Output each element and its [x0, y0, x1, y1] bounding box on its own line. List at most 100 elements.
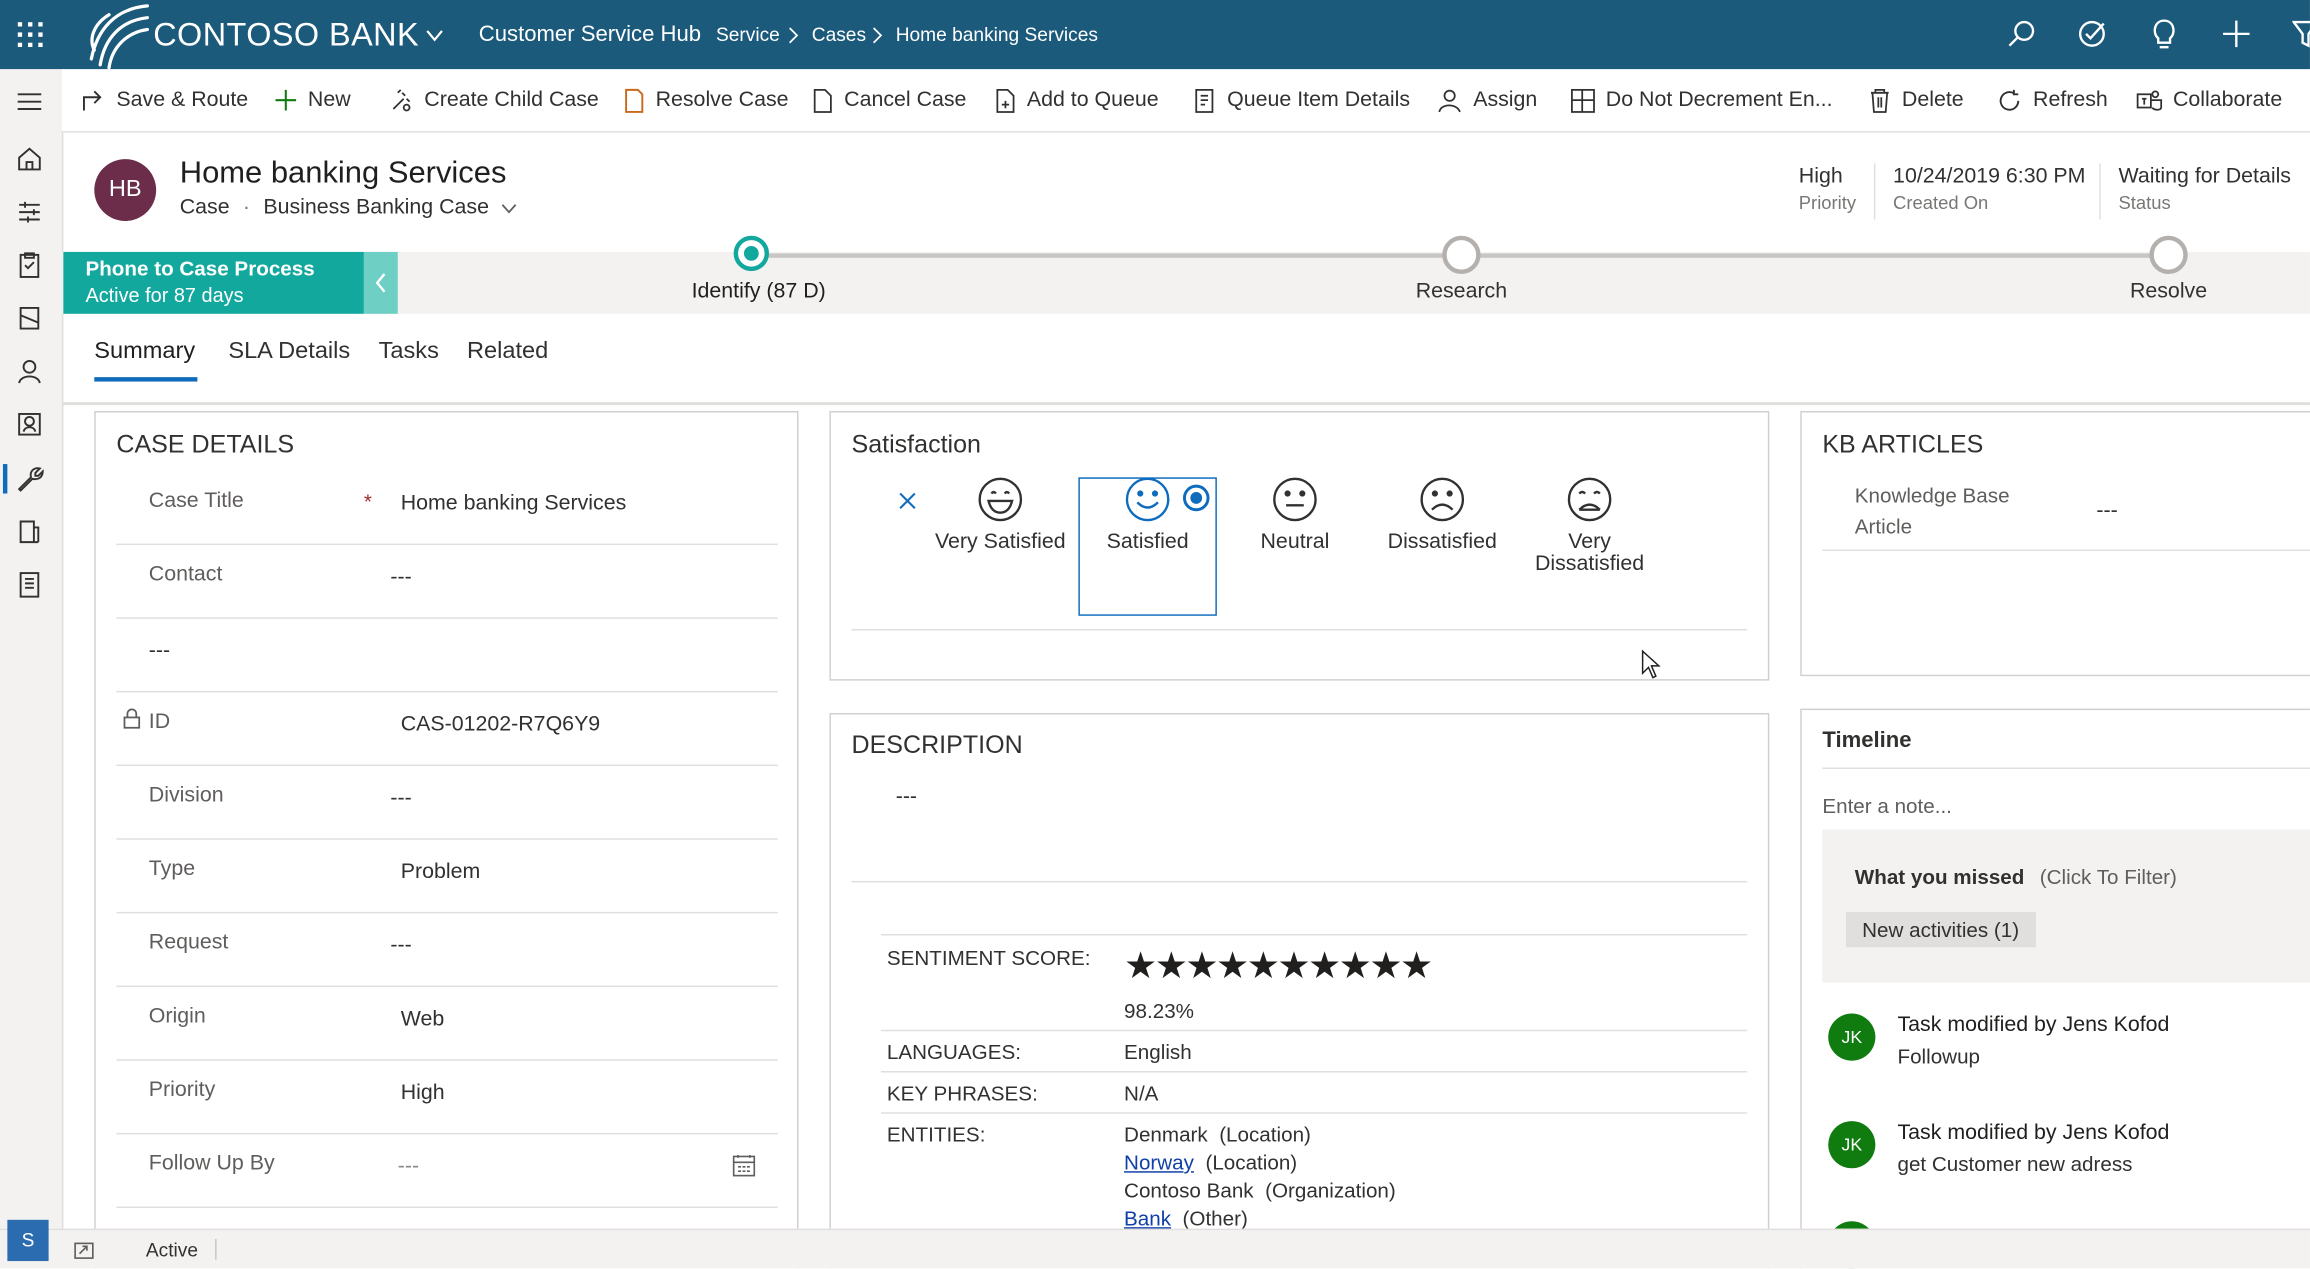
entity-link-bank[interactable]: Bank [1124, 1207, 1171, 1231]
new-plus-icon[interactable] [2222, 19, 2251, 48]
id-value: CAS-01202-R7Q6Y9 [400, 713, 601, 737]
activities-icon[interactable] [15, 250, 44, 279]
tab-tasks[interactable]: Tasks [379, 339, 439, 366]
accounts-icon[interactable] [15, 303, 44, 332]
new-button[interactable]: New [274, 69, 351, 131]
tab-sla-details[interactable]: SLA Details [228, 339, 350, 366]
save-and-route-button[interactable]: Save & Route [80, 69, 248, 131]
user-badge[interactable]: S [7, 1219, 49, 1262]
created-on-value: 10/24/2019 6:30 PM [1893, 164, 2086, 189]
field-unlabeled[interactable]: --- [116, 619, 778, 693]
dashboards-icon[interactable] [15, 197, 44, 226]
neutral-face-icon [1273, 477, 1317, 522]
status-value: Waiting for Details [2118, 164, 2292, 189]
contacts-icon[interactable] [15, 357, 44, 386]
create-child-case-button[interactable]: Create Child Case [389, 69, 599, 131]
entity-name: Denmark [1124, 1122, 1208, 1147]
search-icon[interactable] [2006, 19, 2035, 48]
kb-field[interactable]: Knowledge Base Article --- [1822, 471, 2310, 551]
entity-item: Norway (Location) [1124, 1151, 1297, 1175]
new-activities-chip[interactable]: New activities (1) [1845, 911, 2036, 948]
filter-icon[interactable] [2292, 19, 2310, 48]
stage-resolve[interactable]: Resolve [2080, 234, 2257, 314]
delete-button[interactable]: Delete [1868, 69, 1964, 131]
timeline-item[interactable]: JK Task modified by Jens Kofod get Custo… [1828, 1121, 2310, 1192]
breadcrumb-cases[interactable]: Cases [812, 0, 866, 69]
what-you-missed-panel[interactable]: What you missed (Click To Filter) New ac… [1822, 829, 2310, 983]
refresh-button[interactable]: Refresh [1998, 69, 2108, 131]
stage-identify[interactable]: Identify (87 D) [648, 234, 869, 314]
dissatisfied-label: Dissatisfied [1387, 530, 1497, 554]
calendar-icon[interactable] [732, 1154, 756, 1178]
clear-rating-icon[interactable] [897, 491, 918, 512]
add-to-queue-button[interactable]: Add to Queue [993, 69, 1159, 131]
field-priority[interactable]: Priority High [116, 1061, 778, 1135]
description-value[interactable]: --- [896, 785, 917, 809]
form-selector[interactable]: Business Banking Case [263, 196, 489, 220]
open-in-new-window-icon[interactable] [74, 1242, 95, 1260]
resolve-case-button[interactable]: Resolve Case [622, 69, 789, 131]
option-very-dissatisfied[interactable]: Very Dissatisfied [1523, 476, 1656, 576]
queue-item-details-button[interactable]: Queue Item Details [1193, 69, 1410, 131]
assign-person-icon [1438, 88, 1461, 112]
entity-type: (Location) [1205, 1150, 1298, 1175]
field-case-title[interactable]: Case Title * Home banking Services [116, 471, 778, 546]
collaborate-label: Collaborate [2172, 88, 2283, 112]
queues-icon[interactable] [15, 517, 44, 546]
division-label: Division [148, 783, 224, 808]
type-value: Problem [400, 860, 481, 884]
field-type[interactable]: Type Problem [116, 840, 778, 914]
field-request[interactable]: Request --- [116, 913, 778, 988]
assign-button[interactable]: Assign [1438, 69, 1537, 131]
social-profiles-icon[interactable] [15, 410, 44, 439]
chevron-down-icon[interactable] [501, 200, 517, 216]
hamburger-menu-icon[interactable] [15, 87, 44, 116]
collaborate-button[interactable]: Collaborate [2136, 69, 2282, 131]
timeline-heading-divider [1822, 767, 2310, 770]
process-name-box[interactable]: Phone to Case Process Active for 87 days [63, 251, 364, 314]
case-title-value: Home banking Services [400, 492, 627, 516]
do-not-decrement-icon [1571, 88, 1595, 113]
happy-face-icon [1125, 477, 1170, 522]
option-neutral[interactable]: Neutral [1229, 476, 1362, 554]
knowledge-articles-icon[interactable] [15, 570, 44, 599]
chevron-down-icon[interactable] [424, 25, 445, 46]
entity-link-norway[interactable]: Norway [1124, 1151, 1194, 1175]
breadcrumb-service[interactable]: Service [716, 0, 780, 69]
lightbulb-icon[interactable] [2151, 18, 2178, 50]
home-icon[interactable] [15, 144, 44, 173]
task-flow-icon[interactable] [2077, 19, 2106, 48]
app-name[interactable]: Customer Service Hub [479, 0, 701, 69]
field-id: ID CAS-01202-R7Q6Y9 [116, 692, 778, 767]
create-child-case-label: Create Child Case [424, 88, 599, 112]
stage-research[interactable]: Research [1373, 234, 1550, 314]
unlabeled-value: --- [148, 639, 171, 663]
option-very-satisfied[interactable]: Very Satisfied [934, 476, 1067, 554]
entity-name: Contoso Bank [1124, 1178, 1254, 1203]
cancel-case-button[interactable]: Cancel Case [810, 69, 966, 131]
origin-value: Web [400, 1007, 445, 1032]
tab-related[interactable]: Related [467, 339, 548, 366]
timeline-item[interactable]: JK Task modified by Jens Kofod Followup [1828, 1013, 2310, 1085]
app-launcher-icon[interactable] [17, 22, 43, 48]
cases-wrench-icon[interactable] [15, 464, 44, 493]
sentiment-row-divider [880, 1029, 1748, 1032]
option-dissatisfied[interactable]: Dissatisfied [1376, 476, 1509, 554]
field-origin[interactable]: Origin Web [116, 987, 778, 1061]
stage-dot [2149, 235, 2188, 275]
type-label: Type [148, 857, 196, 881]
note-input[interactable]: Enter a note... [1822, 794, 1952, 818]
timeline-item-subtitle: Followup [1897, 1044, 1981, 1069]
click-to-filter[interactable]: (Click To Filter) [2040, 865, 2177, 889]
do-not-decrement-button[interactable]: Do Not Decrement En... [1570, 69, 1833, 131]
priority-label: Priority [1798, 192, 1857, 214]
collapse-process-button[interactable] [363, 251, 398, 314]
field-follow-up-by[interactable]: Follow Up By --- [116, 1134, 778, 1209]
cancel-case-label: Cancel Case [844, 88, 967, 112]
field-division[interactable]: Division --- [116, 766, 778, 840]
tab-summary[interactable]: Summary [94, 339, 198, 382]
option-satisfied[interactable]: Satisfied [1081, 476, 1214, 554]
entity-type: (Other) [1182, 1206, 1248, 1231]
breadcrumb-record[interactable]: Home banking Services [896, 0, 1098, 69]
field-contact[interactable]: Contact --- [116, 545, 778, 619]
